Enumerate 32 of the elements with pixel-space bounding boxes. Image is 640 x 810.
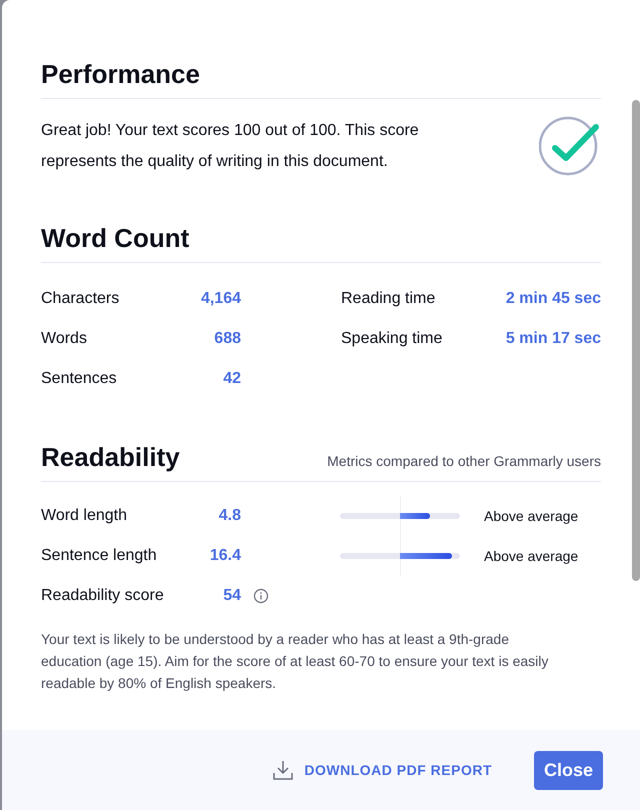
close-button[interactable]: Close xyxy=(534,750,603,790)
metric-label: Word length xyxy=(41,507,127,525)
stat-value: 688 xyxy=(214,330,241,348)
stat-label: Characters xyxy=(41,290,120,308)
section-title: Performance xyxy=(41,58,200,91)
download-report-button[interactable]: DOWNLOAD PDF REPORT xyxy=(272,759,492,781)
stat-label: Reading time xyxy=(341,290,436,308)
readability-description: Your text is likely to be understood by a reader who has at least a 9th-grade education (age 15). Aim for the score of at least 60-70 to ensure your text is easily readable by 80% of English speakers. xyxy=(41,630,550,693)
metric-rating: Above average xyxy=(484,508,578,524)
stat-value: 42 xyxy=(223,370,241,388)
section-title: Readability xyxy=(41,441,180,474)
info-icon[interactable] xyxy=(253,588,269,604)
stat-label: Speaking time xyxy=(341,330,442,348)
checkmark-circle-icon xyxy=(539,115,601,177)
comparison-note: Metrics compared to other Grammarly users xyxy=(327,453,601,471)
metric-rating: Above average xyxy=(484,548,578,564)
metric-value: 16.4 xyxy=(210,547,241,565)
download-icon xyxy=(272,759,294,781)
stat-value: 2 min 45 sec xyxy=(506,290,601,308)
metric-label: Readability score xyxy=(41,587,164,605)
section-title: Word Count xyxy=(41,222,190,255)
metric-label: Sentence length xyxy=(41,547,157,565)
stat-value: 5 min 17 sec xyxy=(506,330,601,348)
scrollbar[interactable] xyxy=(632,100,640,581)
metric-value: 54 xyxy=(223,587,241,605)
performance-message: Great job! Your text scores 100 out of 100. This score represents the quality of writing in this document. xyxy=(41,121,420,172)
bar-lower-half xyxy=(340,553,400,559)
stat-label: Words xyxy=(41,330,87,348)
stat-value: 4,164 xyxy=(200,290,241,308)
bar-lower-half xyxy=(340,513,400,519)
metric-value: 4.8 xyxy=(218,507,241,525)
stat-label: Sentences xyxy=(41,370,117,388)
